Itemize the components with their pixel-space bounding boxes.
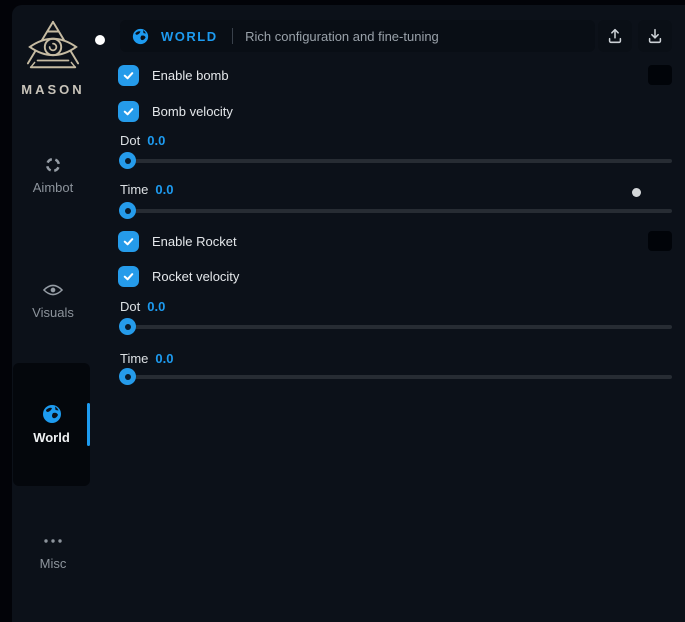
bomb-time-slider-track[interactable] — [120, 209, 672, 213]
rocket-time-slider-track[interactable] — [120, 375, 672, 379]
page-header: WORLD Rich configuration and fine-tuning — [120, 20, 595, 52]
main-panel — [12, 5, 685, 622]
upload-icon — [606, 27, 624, 45]
page-title: WORLD — [161, 29, 218, 44]
slider-label: Dot 0.0 — [120, 134, 165, 148]
slider-handle-dot — [125, 208, 131, 214]
slider-name: Time — [120, 183, 148, 197]
checkbox-label: Bomb velocity — [152, 104, 233, 119]
check-icon — [122, 235, 135, 248]
slider-name: Dot — [120, 300, 140, 314]
bomb-dot-slider-handle[interactable] — [119, 152, 136, 169]
sidebar-item-misc[interactable]: Misc — [14, 531, 92, 571]
slider-handle-dot — [125, 324, 131, 330]
checkbox-label: Enable bomb — [152, 68, 229, 83]
stray-dot — [632, 188, 641, 197]
header-divider — [232, 28, 234, 44]
sidebar-item-label: World — [33, 430, 70, 445]
ellipsis-icon — [42, 531, 64, 551]
slider-name: Time — [120, 352, 148, 366]
rocket-dot-slider-handle[interactable] — [119, 318, 136, 335]
slider-label: Dot 0.0 — [120, 300, 165, 314]
slider-value: 0.0 — [147, 300, 165, 314]
bomb-velocity-checkbox[interactable] — [118, 101, 139, 122]
enable-rocket-keybind-box[interactable] — [648, 231, 672, 251]
toggle-row: Bomb velocity — [118, 101, 233, 122]
rocket-velocity-checkbox[interactable] — [118, 266, 139, 287]
slider-handle-dot — [125, 374, 131, 380]
cursor-dot — [95, 35, 105, 45]
slider-label: Time 0.0 — [120, 183, 173, 197]
sidebar-item-aimbot[interactable]: Aimbot — [14, 155, 92, 195]
toggle-row: Enable bomb — [118, 65, 229, 86]
eye-icon — [43, 280, 63, 300]
download-config-button[interactable] — [638, 20, 672, 52]
bomb-dot-slider-track[interactable] — [120, 159, 672, 163]
toggle-row: Rocket velocity — [118, 266, 239, 287]
brand-name: MASON — [14, 82, 92, 97]
slider-value: 0.0 — [155, 183, 173, 197]
slider-label: Time 0.0 — [120, 352, 173, 366]
crosshair-icon — [44, 155, 62, 175]
slider-value: 0.0 — [147, 134, 165, 148]
upload-config-button[interactable] — [598, 20, 632, 52]
globe-icon — [132, 28, 149, 45]
slider-name: Dot — [120, 134, 140, 148]
sidebar-item-visuals[interactable]: Visuals — [14, 280, 92, 320]
app-window: MASON Aimbot Visuals World — [0, 0, 685, 622]
globe-icon — [42, 404, 62, 424]
toggle-row: Enable Rocket — [118, 231, 237, 252]
rocket-dot-slider-track[interactable] — [120, 325, 672, 329]
check-icon — [122, 69, 135, 82]
active-tab-indicator — [87, 403, 91, 446]
slider-value: 0.0 — [155, 352, 173, 366]
check-icon — [122, 270, 135, 283]
checkbox-label: Rocket velocity — [152, 269, 239, 284]
slider-handle-dot — [125, 158, 131, 164]
sidebar-item-label: Misc — [40, 556, 67, 571]
enable-bomb-keybind-box[interactable] — [648, 65, 672, 85]
sidebar-item-label: Aimbot — [33, 180, 73, 195]
enable-rocket-checkbox[interactable] — [118, 231, 139, 252]
sidebar-item-world[interactable]: World — [13, 363, 90, 486]
checkbox-label: Enable Rocket — [152, 234, 237, 249]
check-icon — [122, 105, 135, 118]
sidebar-item-label: Visuals — [32, 305, 74, 320]
brand-logo: MASON — [14, 18, 92, 97]
all-seeing-eye-icon — [22, 61, 84, 78]
download-icon — [646, 27, 664, 45]
page-subtitle: Rich configuration and fine-tuning — [245, 29, 439, 44]
enable-bomb-checkbox[interactable] — [118, 65, 139, 86]
bomb-time-slider-handle[interactable] — [119, 202, 136, 219]
rocket-time-slider-handle[interactable] — [119, 368, 136, 385]
